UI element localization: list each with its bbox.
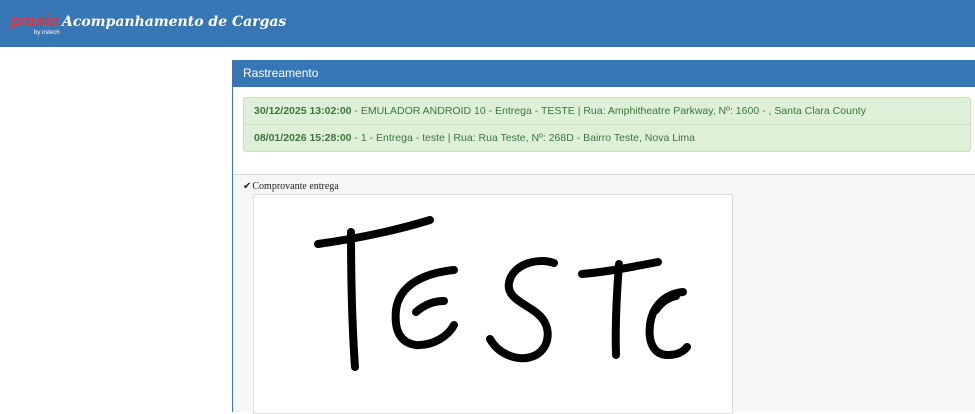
tracking-panel: Rastreamento 30/12/2025 13:02:00 - EMULA… xyxy=(232,60,975,414)
receipt-label-text: Comprovante entrega xyxy=(252,181,339,192)
tracking-events-alert: 30/12/2025 13:02:00 - EMULADOR ANDROID 1… xyxy=(243,97,971,152)
receipt-label: ✔Comprovante entrega xyxy=(243,181,339,193)
check-icon: ✔ xyxy=(243,181,252,192)
event-description: - EMULADOR ANDROID 10 - Entrega - TESTE … xyxy=(351,105,866,117)
tracking-event: 30/12/2025 13:02:00 - EMULADOR ANDROID 1… xyxy=(254,98,866,124)
signature-drawing xyxy=(314,216,691,371)
panel-heading: Rastreamento xyxy=(233,60,975,87)
delivery-receipt-image xyxy=(253,194,733,414)
app-title: Acompanhamento de Cargas xyxy=(62,14,287,30)
event-description: - 1 - Entrega - teste | Rua: Rua Teste, … xyxy=(351,132,695,144)
logo-subtext: by nstech xyxy=(34,30,60,36)
panel-title: Rastreamento xyxy=(243,66,319,80)
events-section: 30/12/2025 13:02:00 - EMULADOR ANDROID 1… xyxy=(233,87,975,175)
top-navbar: praxio by nstech Acompanhamento de Carga… xyxy=(0,0,975,47)
event-datetime: 30/12/2025 13:02:00 xyxy=(254,105,352,117)
brand-logo[interactable]: praxio by nstech xyxy=(10,11,60,39)
event-datetime: 08/01/2026 15:28:00 xyxy=(254,132,352,144)
tracking-event: 08/01/2026 15:28:00 - 1 - Entrega - test… xyxy=(254,125,695,151)
logo-text: praxio xyxy=(10,11,59,30)
